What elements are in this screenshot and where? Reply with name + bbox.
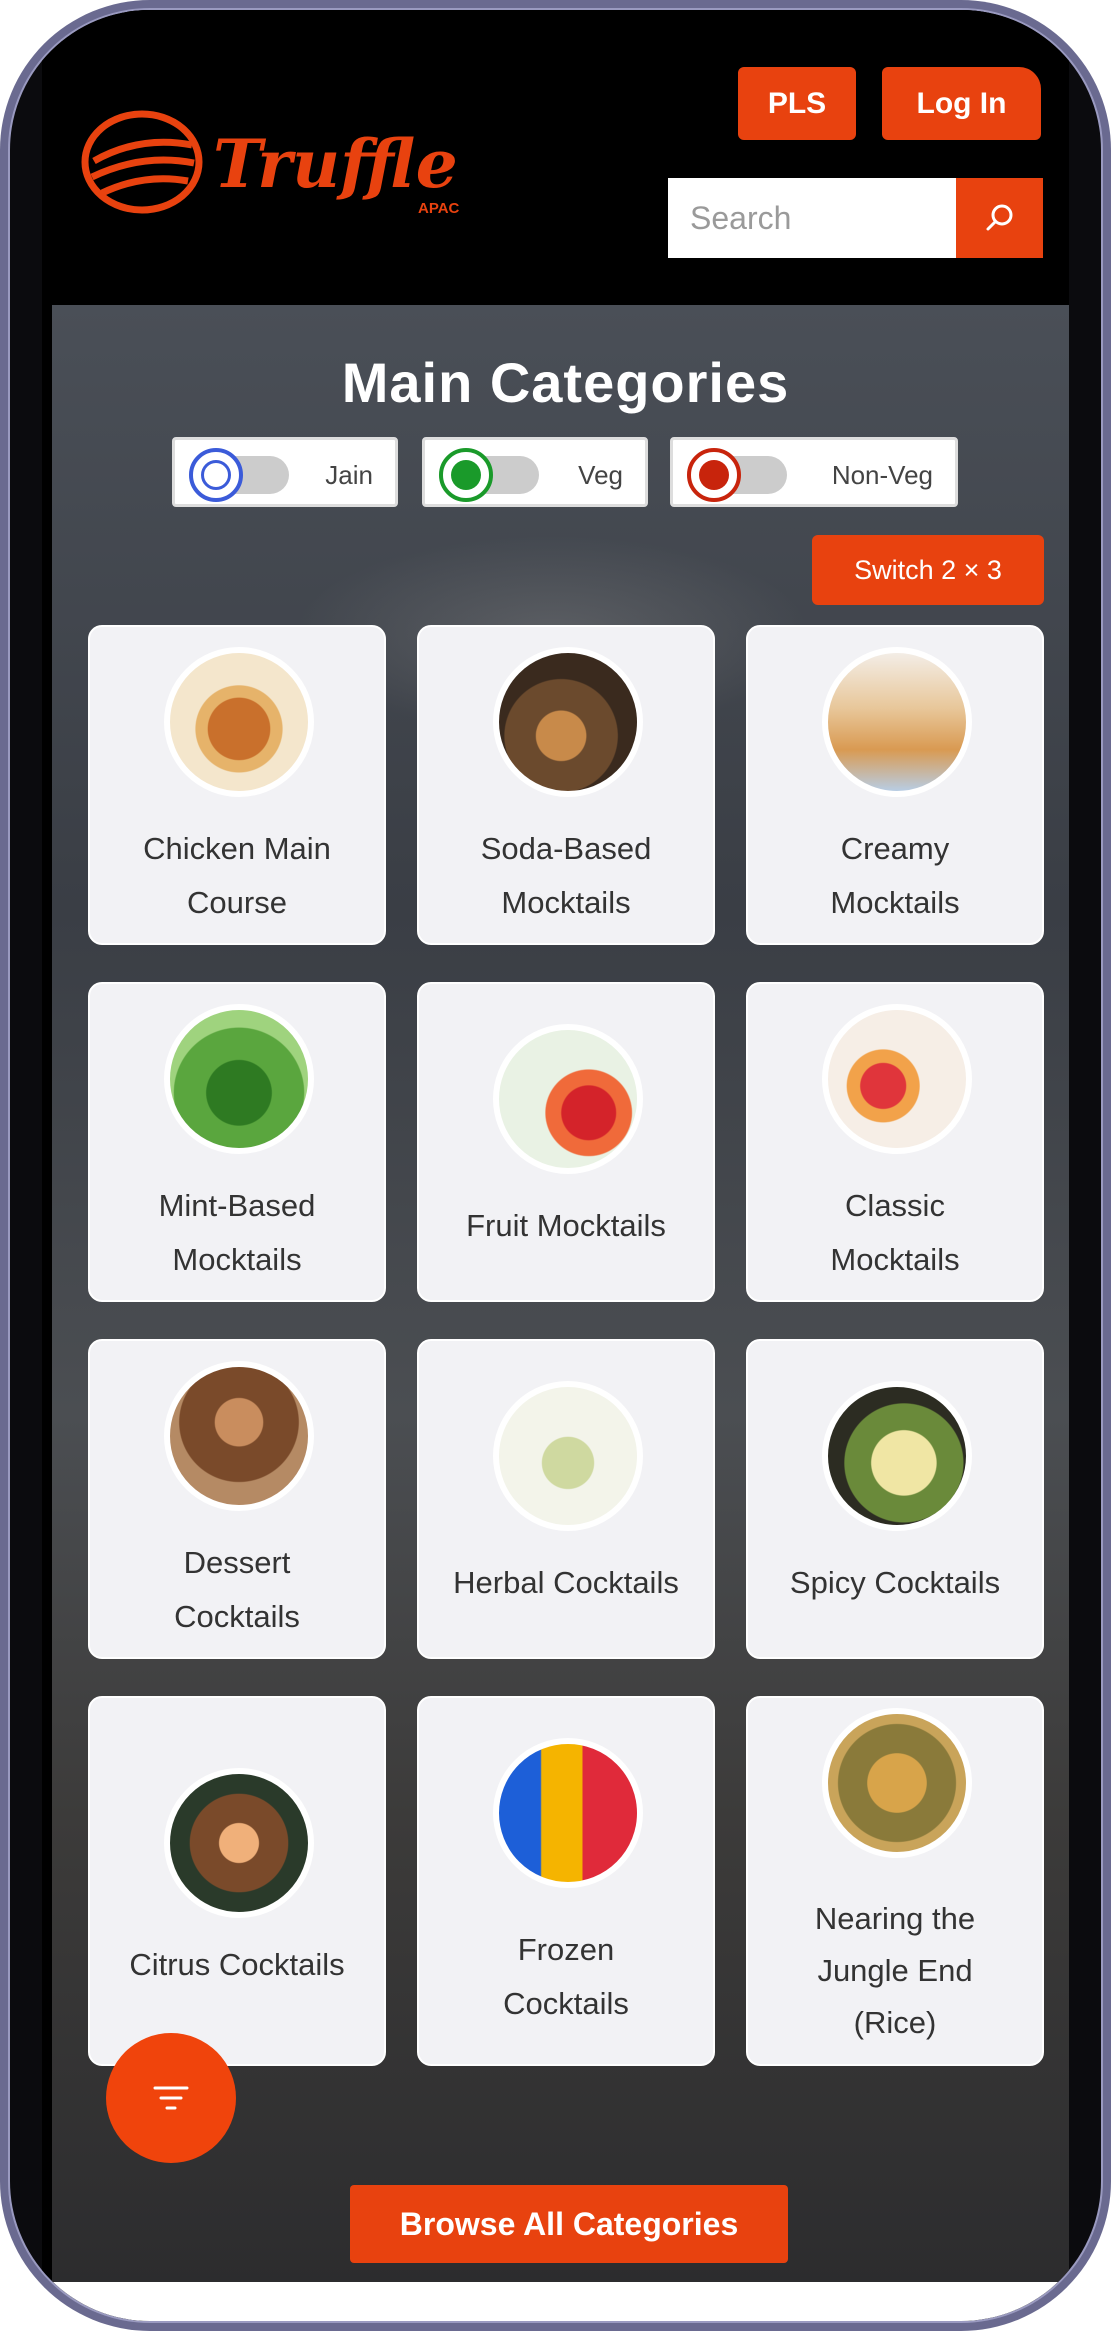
category-image (493, 647, 643, 797)
search-button[interactable] (956, 178, 1043, 258)
truffle-logo[interactable]: Truffle APAC (80, 105, 480, 225)
category-card[interactable]: Citrus Cocktails (88, 1696, 386, 2066)
category-image (822, 1004, 972, 1154)
phone-frame: Truffle APAC PLS Log In Main Cate (0, 0, 1111, 2331)
app-screen: Truffle APAC PLS Log In Main Cate (42, 10, 1069, 2321)
bottom-bar (52, 2282, 1069, 2321)
jain-toggle[interactable]: Jain (172, 437, 398, 507)
browse-all-categories-button[interactable]: Browse All Categories (350, 2185, 788, 2263)
category-card[interactable]: Dessert Cocktails (88, 1339, 386, 1659)
nonveg-toggle-label: Non-Veg (831, 460, 933, 490)
category-label: Dessert Cocktails (174, 1545, 300, 1634)
category-label: Herbal Cocktails (453, 1565, 679, 1600)
nonveg-indicator-icon (687, 448, 741, 502)
search-bar (668, 178, 1043, 258)
login-button[interactable]: Log In (882, 67, 1041, 140)
category-card[interactable]: Mint-Based Mocktails (88, 982, 386, 1302)
category-image (493, 1024, 643, 1174)
category-label: Soda-Based Mocktails (480, 831, 652, 920)
category-card[interactable]: Herbal Cocktails (417, 1339, 715, 1659)
category-card[interactable]: Creamy Mocktails (746, 625, 1044, 945)
filter-icon (153, 2086, 189, 2110)
category-image (164, 1004, 314, 1154)
category-card[interactable]: Classic Mocktails (746, 982, 1044, 1302)
category-label: Spicy Cocktails (789, 1565, 1001, 1600)
jain-indicator-icon (189, 448, 243, 502)
category-image (822, 1708, 972, 1858)
category-image (822, 1381, 972, 1531)
search-icon (986, 204, 1012, 231)
filter-button[interactable] (106, 2033, 236, 2163)
page-title: Main Categories (341, 351, 790, 414)
category-image (493, 1738, 643, 1888)
category-label: Frozen Cocktails (503, 1932, 629, 2021)
category-label: Fruit Mocktails (466, 1208, 666, 1243)
category-image (164, 1768, 314, 1918)
category-label: Classic Mocktails (830, 1188, 960, 1277)
nonveg-toggle[interactable]: Non-Veg (670, 437, 958, 507)
veg-indicator-icon (439, 448, 493, 502)
category-card[interactable]: Nearing the Jungle End (Rice) (746, 1696, 1044, 2066)
categories-section: Main Categories Jain Veg Non-Veg Switch (52, 305, 1069, 2321)
category-label: Creamy Mocktails (830, 831, 960, 920)
category-image (164, 647, 314, 797)
pls-button[interactable]: PLS (738, 67, 856, 140)
category-image (493, 1381, 643, 1531)
logo-text: Truffle (213, 125, 458, 203)
search-input[interactable] (668, 178, 956, 258)
category-card[interactable]: Fruit Mocktails (417, 982, 715, 1302)
switch-layout-button[interactable]: Switch 2 × 3 (812, 535, 1044, 605)
veg-toggle-label: Veg (578, 460, 623, 490)
category-label: Mint-Based Mocktails (158, 1188, 316, 1277)
category-image (164, 1361, 314, 1511)
logo-subtext: APAC (418, 200, 460, 217)
jain-toggle-label: Jain (325, 460, 373, 490)
header: Truffle APAC PLS Log In (42, 10, 1069, 295)
category-label: Nearing the Jungle End (Rice) (814, 1901, 976, 2040)
category-card[interactable]: Spicy Cocktails (746, 1339, 1044, 1659)
category-card[interactable]: Frozen Cocktails (417, 1696, 715, 2066)
veg-toggle[interactable]: Veg (422, 437, 648, 507)
category-image (822, 647, 972, 797)
category-card[interactable]: Soda-Based Mocktails (417, 625, 715, 945)
category-label: Citrus Cocktails (129, 1947, 345, 1982)
phone-bezel: Truffle APAC PLS Log In Main Cate (8, 8, 1103, 2323)
category-label: Chicken Main Course (143, 831, 331, 920)
category-card[interactable]: Chicken Main Course (88, 625, 386, 945)
